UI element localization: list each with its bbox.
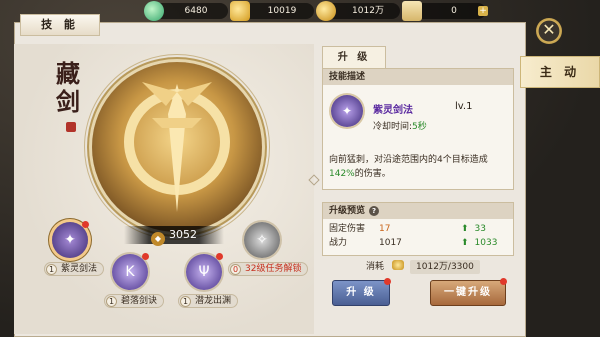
damage-percent: 142%: [329, 169, 355, 179]
skill-name: 紫灵剑法: [373, 105, 413, 116]
coin-icon: [392, 260, 405, 270]
cooldown-value: 5秒: [412, 122, 427, 132]
sword-icon: [124, 82, 230, 212]
skill-name: 碧落剑诀: [121, 296, 158, 306]
stat-row: 战力 1017 ⬆ 1033: [323, 237, 515, 249]
cost-label: 消耗: [366, 262, 385, 272]
skill-label-3: 1 潜龙出渊: [178, 294, 239, 308]
close-button[interactable]: ✕: [536, 18, 562, 44]
notification-dot: [216, 253, 223, 260]
stat-label: 固定伤害: [329, 224, 366, 234]
upgrade-cost: 消耗 1012万/3300: [366, 260, 480, 274]
skill-slot-2[interactable]: K: [112, 253, 149, 290]
add-icon[interactable]: +: [478, 6, 488, 16]
skill-slot-3[interactable]: Ψ: [186, 253, 223, 290]
unlock-requirement: 32级任务解锁: [245, 264, 302, 274]
skill-detail-pane: 升 级 技能描述 ✦ 紫灵剑法 lv.1 冷却时间:5秒 向前猛刺，对沿途范围内…: [322, 46, 514, 336]
stat-next: 1033: [474, 238, 498, 248]
tab-upgrade[interactable]: 升 级: [322, 46, 386, 68]
tab-active-skills[interactable]: 主 动: [520, 56, 600, 88]
skill-description: 向前猛刺，对沿途范围内的4个目标造成 142%的伤害。: [329, 153, 509, 181]
currency-gold: 10019: [230, 1, 314, 21]
skill-label-4: 0 32级任务解锁: [228, 262, 309, 276]
stat-next: 33: [474, 224, 486, 234]
skill-slot-1[interactable]: ✦: [52, 221, 89, 258]
currency-value: 1012万: [352, 6, 384, 16]
skill-slot-4-locked[interactable]: ✧: [244, 222, 280, 258]
cooldown-label: 冷却时间:: [373, 122, 413, 132]
upgrade-preview-box: 升级预览? 固定伤害 17 ⬆ 33 战力 1017 ⬆ 1033: [322, 202, 514, 256]
skill-name: 潜龙出渊: [195, 296, 232, 306]
stat-current: 17: [379, 224, 391, 234]
gold-ingot-icon: [230, 1, 250, 21]
sword-slash-icon: ✦: [331, 95, 363, 127]
stat-row: 固定伤害 17 ⬆ 33: [323, 223, 515, 235]
skill-level: lv.1: [455, 101, 473, 112]
currency-value: 0: [451, 6, 457, 16]
one-key-upgrade-button[interactable]: 一键升级: [430, 278, 507, 306]
currency-value: 10019: [267, 6, 297, 16]
notification-dot: [82, 221, 89, 228]
locked-skill-icon: ✧: [256, 232, 268, 248]
skill-label-2: 1 碧落剑诀: [104, 294, 165, 308]
skill-level-badge: 1: [46, 264, 57, 275]
skill-level-badge: 1: [180, 296, 191, 307]
skill-name: 紫灵剑法: [61, 264, 98, 274]
scroll-icon: [402, 1, 422, 21]
preview-header: 升级预览?: [323, 203, 513, 219]
notification-dot: [500, 278, 507, 285]
currency-scroll[interactable]: 0 +: [402, 1, 488, 21]
combat-power: ◆ 3052: [124, 226, 224, 246]
skill-set-title: 藏剑: [56, 59, 80, 116]
cooldown: 冷却时间:5秒: [373, 119, 427, 132]
preview-title: 升级预览: [329, 206, 366, 216]
coin-icon: [316, 1, 336, 21]
currency-value: 6480: [184, 6, 208, 16]
arrow-up-icon: ⬆: [461, 238, 469, 248]
arrow-up-icon: ⬆: [461, 224, 469, 234]
skill-level-badge: 1: [106, 296, 117, 307]
power-value: 3052: [169, 228, 197, 241]
seal-icon: [66, 122, 76, 132]
sword-emblem: [92, 62, 262, 232]
stat-label: 战力: [329, 238, 348, 248]
notification-dot: [384, 278, 391, 285]
power-icon: ◆: [151, 232, 165, 246]
cost-value: 1012万/3300: [410, 260, 480, 274]
help-icon[interactable]: ?: [369, 206, 380, 216]
skill-label-1: 1 紫灵剑法: [44, 262, 105, 276]
panel-title: 技 能: [20, 14, 100, 36]
notification-dot: [142, 253, 149, 260]
one-key-upgrade-label: 一键升级: [444, 287, 492, 298]
upgrade-button[interactable]: 升 级: [332, 278, 391, 306]
jade-icon: [144, 1, 164, 21]
currency-coin: 1012万: [316, 1, 400, 21]
description-text: 的伤害。: [354, 169, 391, 179]
currency-jade: 6480: [144, 1, 228, 21]
description-header: 技能描述: [323, 69, 513, 85]
skill-level-badge: 0: [230, 264, 241, 275]
stat-current: 1017: [379, 238, 402, 248]
skill-description-box: 技能描述 ✦ 紫灵剑法 lv.1 冷却时间:5秒 向前猛刺，对沿途范围内的4个目…: [322, 68, 514, 190]
description-text: 向前猛刺，对沿途范围内的4个目标造成: [329, 155, 488, 165]
upgrade-button-label: 升 级: [346, 287, 376, 298]
